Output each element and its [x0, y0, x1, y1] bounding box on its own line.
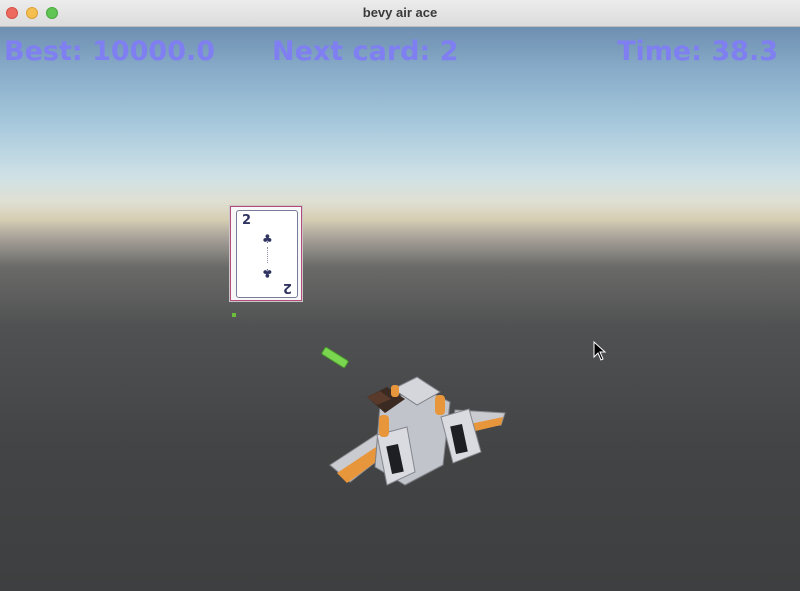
next-card-indicator: Next card: 2 [272, 36, 459, 67]
top-gun [391, 385, 399, 397]
target-card: 2 ♣ ♣ 2 [229, 205, 303, 302]
right-gun [435, 395, 445, 415]
game-window: bevy air ace Best: 10000.0 Next card: 2 … [0, 0, 800, 591]
mouse-cursor-icon [593, 341, 607, 361]
card-rank-bottom: 2 [282, 280, 292, 295]
card-center-line [267, 247, 269, 263]
club-pip-icon: ♣ [262, 232, 273, 246]
playing-card: 2 ♣ ♣ 2 [236, 210, 298, 298]
left-gun [379, 415, 389, 437]
card-marker [232, 313, 236, 317]
title-bar[interactable]: bevy air ace [0, 0, 800, 27]
window-title: bevy air ace [362, 5, 438, 20]
club-pip-icon: ♣ [262, 266, 273, 280]
game-viewport[interactable]: Best: 10000.0 Next card: 2 Time: 38.3 2 … [0, 27, 800, 591]
card-rank-top: 2 [242, 213, 252, 228]
player-aircraft [329, 376, 506, 486]
time-counter: Time: 38.3 [617, 36, 778, 67]
best-score: Best: 10000.0 [4, 36, 216, 67]
